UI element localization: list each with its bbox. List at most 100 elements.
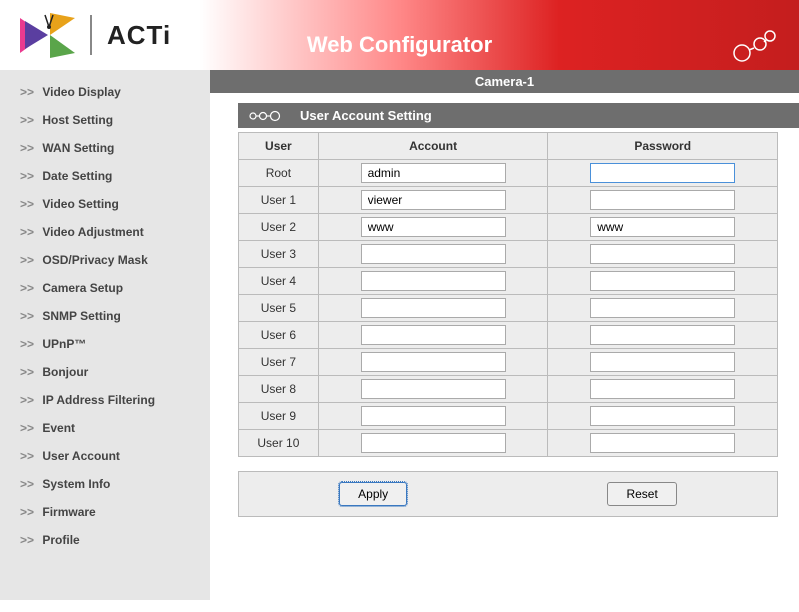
sidebar-item-label: Video Display: [42, 85, 120, 99]
password-input[interactable]: [590, 433, 735, 453]
sidebar-item-label: UPnP™: [42, 337, 86, 351]
apply-button[interactable]: Apply: [339, 482, 407, 506]
password-input[interactable]: [590, 271, 735, 291]
sidebar-item-user-account[interactable]: >> User Account: [0, 442, 210, 470]
chevron-icon: >>: [20, 309, 34, 323]
password-input[interactable]: [590, 190, 735, 210]
password-input[interactable]: [590, 217, 735, 237]
user-label: User 8: [239, 376, 319, 403]
sidebar-item-label: Camera Setup: [42, 281, 123, 295]
account-input[interactable]: [361, 298, 506, 318]
sidebar-item-snmp-setting[interactable]: >> SNMP Setting: [0, 302, 210, 330]
chevron-icon: >>: [20, 449, 34, 463]
account-input[interactable]: [361, 244, 506, 264]
camera-bar: Camera-1: [210, 70, 799, 93]
sidebar-item-label: Profile: [42, 533, 79, 547]
sidebar-item-label: User Account: [42, 449, 120, 463]
password-input[interactable]: [590, 352, 735, 372]
user-label: User 7: [239, 349, 319, 376]
button-row: Apply Reset: [238, 471, 778, 517]
chevron-icon: >>: [20, 197, 34, 211]
table-row: Root: [239, 160, 778, 187]
sidebar-item-date-setting[interactable]: >> Date Setting: [0, 162, 210, 190]
account-input[interactable]: [361, 325, 506, 345]
section-title: User Account Setting: [300, 108, 432, 123]
chevron-icon: >>: [20, 85, 34, 99]
logo-divider: [90, 15, 92, 55]
sidebar-item-label: Bonjour: [42, 365, 88, 379]
account-input[interactable]: [361, 163, 506, 183]
table-row: User 5: [239, 295, 778, 322]
sidebar-item-osd-privacy-mask[interactable]: >> OSD/Privacy Mask: [0, 246, 210, 274]
account-input[interactable]: [361, 217, 506, 237]
password-input[interactable]: [590, 325, 735, 345]
table-row: User 1: [239, 187, 778, 214]
section-ornament-icon: [248, 109, 284, 123]
chevron-icon: >>: [20, 365, 34, 379]
table-row: User 6: [239, 322, 778, 349]
brand-text: ACTi: [107, 20, 171, 51]
chevron-icon: >>: [20, 533, 34, 547]
table-row: User 4: [239, 268, 778, 295]
password-input[interactable]: [590, 379, 735, 399]
table-row: User 3: [239, 241, 778, 268]
page-title: Web Configurator: [307, 32, 492, 58]
col-user: User: [239, 133, 319, 160]
sidebar-item-video-display[interactable]: >> Video Display: [0, 78, 210, 106]
butterfly-icon: [20, 13, 80, 58]
password-input[interactable]: [590, 163, 735, 183]
account-input[interactable]: [361, 271, 506, 291]
chevron-icon: >>: [20, 393, 34, 407]
sidebar-item-upnp-[interactable]: >> UPnP™: [0, 330, 210, 358]
user-label: Root: [239, 160, 319, 187]
header-ornament-icon: [724, 30, 784, 65]
main-content: Camera-1 User Account Setting User Accou…: [210, 70, 799, 600]
chevron-icon: >>: [20, 505, 34, 519]
account-input[interactable]: [361, 379, 506, 399]
section-header: User Account Setting: [238, 103, 799, 128]
sidebar-item-label: OSD/Privacy Mask: [42, 253, 147, 267]
user-label: User 9: [239, 403, 319, 430]
chevron-icon: >>: [20, 141, 34, 155]
sidebar-item-host-setting[interactable]: >> Host Setting: [0, 106, 210, 134]
account-input[interactable]: [361, 190, 506, 210]
password-input[interactable]: [590, 244, 735, 264]
table-row: User 9: [239, 403, 778, 430]
sidebar-item-label: SNMP Setting: [42, 309, 120, 323]
sidebar-item-bonjour[interactable]: >> Bonjour: [0, 358, 210, 386]
user-label: User 2: [239, 214, 319, 241]
password-input[interactable]: [590, 298, 735, 318]
sidebar-item-firmware[interactable]: >> Firmware: [0, 498, 210, 526]
password-input[interactable]: [590, 406, 735, 426]
sidebar-item-event[interactable]: >> Event: [0, 414, 210, 442]
user-label: User 10: [239, 430, 319, 457]
chevron-icon: >>: [20, 253, 34, 267]
table-row: User 2: [239, 214, 778, 241]
reset-button[interactable]: Reset: [607, 482, 676, 506]
account-input[interactable]: [361, 352, 506, 372]
table-row: User 7: [239, 349, 778, 376]
sidebar-item-label: Host Setting: [42, 113, 113, 127]
sidebar-item-video-setting[interactable]: >> Video Setting: [0, 190, 210, 218]
chevron-icon: >>: [20, 477, 34, 491]
chevron-icon: >>: [20, 113, 34, 127]
brand-logo: ACTi: [20, 13, 171, 58]
sidebar-item-label: System Info: [42, 477, 110, 491]
sidebar-item-camera-setup[interactable]: >> Camera Setup: [0, 274, 210, 302]
sidebar-item-label: Event: [42, 421, 75, 435]
sidebar-item-label: Video Adjustment: [42, 225, 143, 239]
sidebar-item-label: Video Setting: [42, 197, 118, 211]
account-input[interactable]: [361, 406, 506, 426]
user-label: User 1: [239, 187, 319, 214]
account-input[interactable]: [361, 433, 506, 453]
user-label: User 5: [239, 295, 319, 322]
sidebar-item-system-info[interactable]: >> System Info: [0, 470, 210, 498]
sidebar-item-label: IP Address Filtering: [42, 393, 155, 407]
sidebar-item-profile[interactable]: >> Profile: [0, 526, 210, 554]
sidebar-item-wan-setting[interactable]: >> WAN Setting: [0, 134, 210, 162]
sidebar-item-label: Firmware: [42, 505, 95, 519]
sidebar-item-video-adjustment[interactable]: >> Video Adjustment: [0, 218, 210, 246]
table-row: User 8: [239, 376, 778, 403]
sidebar-item-ip-address-filtering[interactable]: >> IP Address Filtering: [0, 386, 210, 414]
chevron-icon: >>: [20, 225, 34, 239]
